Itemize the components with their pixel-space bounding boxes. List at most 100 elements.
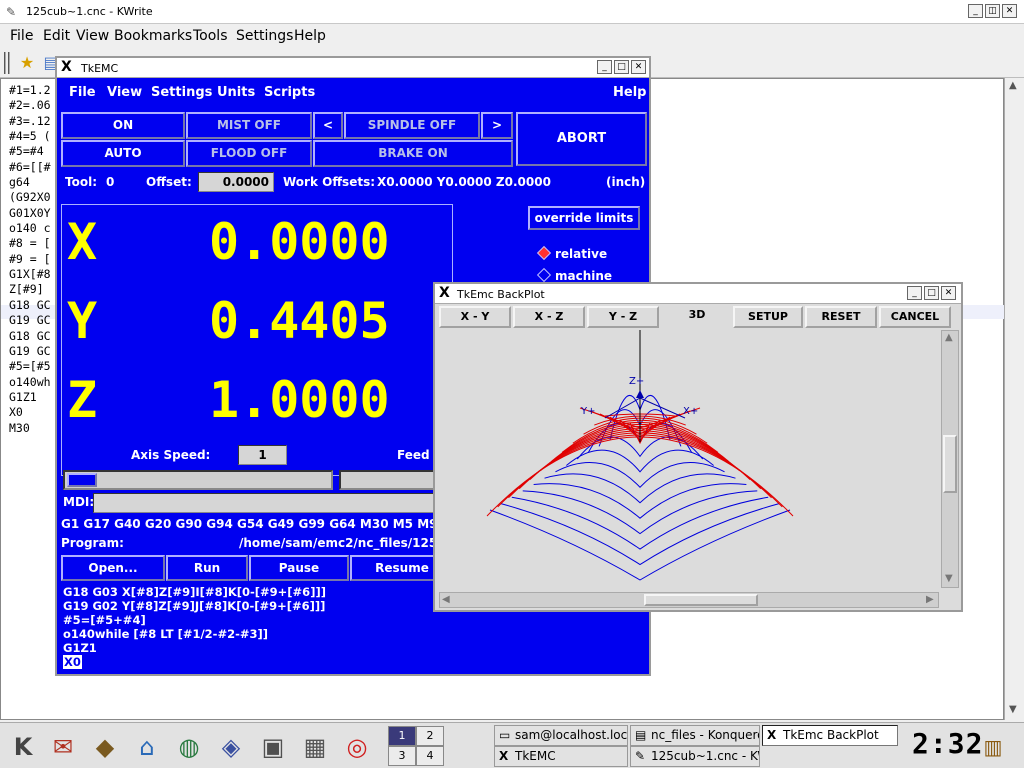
calculator-icon[interactable]: ▦ <box>298 730 332 764</box>
toolbar-handle[interactable] <box>4 52 10 74</box>
tk-menu-view[interactable]: View <box>107 85 142 100</box>
close-icon[interactable]: ✕ <box>1002 4 1017 18</box>
menu-edit[interactable]: Edit <box>43 28 70 44</box>
menu-view[interactable]: View <box>76 28 109 44</box>
setup-button[interactable]: SETUP <box>733 306 803 328</box>
menu-file[interactable]: File <box>10 28 33 44</box>
reset-button[interactable]: RESET <box>805 306 877 328</box>
backplot-horizontal-scrollbar[interactable]: ◀ ▶ <box>439 592 939 608</box>
scroll-down-icon[interactable]: ▼ <box>1009 704 1017 715</box>
machine-radio[interactable]: machine <box>536 267 612 283</box>
scroll-up-icon[interactable]: ▲ <box>1009 80 1017 91</box>
menu-bookmarks[interactable]: Bookmarks <box>114 28 192 44</box>
minimize-icon[interactable]: _ <box>907 286 922 300</box>
tk-menu-scripts[interactable]: Scripts <box>264 85 315 100</box>
scroll-down-icon[interactable]: ▼ <box>945 573 953 584</box>
minimize-icon[interactable]: _ <box>968 4 983 18</box>
office-icon[interactable]: ◈ <box>214 730 248 764</box>
tkemc-titlebar[interactable]: X TkEMC _ □ ✕ <box>57 58 649 78</box>
desktop-3[interactable]: 3 <box>388 746 416 766</box>
kwrite-titlebar[interactable]: ✎ 125cub~1.cnc - KWrite _ ◫ ✕ <box>0 0 1024 24</box>
abort-button[interactable]: ABORT <box>516 112 647 166</box>
desktop-4[interactable]: 4 <box>416 746 444 766</box>
z-axis-arrow-icon <box>636 390 644 398</box>
backplot-titlebar[interactable]: X TkEmc BackPlot _ □ ✕ <box>435 284 961 304</box>
editor-line: #8 = [ <box>9 236 51 251</box>
tk-menu-units[interactable]: Units <box>217 85 255 100</box>
pause-button[interactable]: Pause <box>249 555 349 581</box>
task-label: TkEmc BackPlot <box>783 728 879 742</box>
machine-on-button[interactable]: ON <box>61 112 185 139</box>
editor-line: G1Z1 <box>9 389 37 404</box>
z-axis-label: Z+ <box>629 376 644 387</box>
editor-text[interactable]: #1=1.2 #2=.06 #3=.12 #4=5 (#5=#4 #6=[[# g64 (G… <box>9 83 51 436</box>
maximize-icon[interactable]: □ <box>614 60 629 74</box>
k-menu-icon[interactable]: K <box>6 730 40 764</box>
axis-speed-slider[interactable] <box>63 470 333 490</box>
toolpath-lower-ring <box>522 490 758 535</box>
maximize-icon[interactable]: □ <box>924 286 939 300</box>
window-list-icon[interactable]: ✉ <box>46 730 80 764</box>
relative-radio[interactable]: relative <box>536 245 607 261</box>
terminal-icon[interactable]: ▣ <box>256 730 290 764</box>
task-konqueror[interactable]: ▤ nc_files - Konqueror <box>630 725 760 746</box>
task-backplot[interactable]: X TkEmc BackPlot <box>762 725 898 746</box>
tk-menu-help[interactable]: Help <box>613 85 646 100</box>
desktop-icon[interactable]: ◆ <box>88 730 122 764</box>
task-tkemc[interactable]: X TkEMC <box>494 746 628 767</box>
scroll-left-icon[interactable]: ◀ <box>442 594 450 605</box>
cancel-button[interactable]: CANCEL <box>879 306 951 328</box>
dro-y-axis: Y <box>67 292 98 350</box>
help-lifebuoy-icon[interactable]: ◎ <box>340 730 374 764</box>
desktop-2[interactable]: 2 <box>416 726 444 746</box>
menu-help[interactable]: Help <box>294 28 326 44</box>
toolpath-plot: Z+ Y+ X+ <box>486 324 794 581</box>
editor-line: (G92X0 <box>9 190 51 205</box>
run-button[interactable]: Run <box>166 555 248 581</box>
task-terminal[interactable]: ▭ sam@localhost.loca <box>494 725 628 746</box>
view-yz-button[interactable]: Y - Z <box>587 306 659 328</box>
scrollbar-thumb[interactable] <box>644 594 758 606</box>
task-kwrite[interactable]: ✎ 125cub~1.cnc - KWrite <box>630 746 760 767</box>
editor-line: g64 <box>9 175 30 190</box>
backplot-canvas[interactable]: Z+ Y+ X+ <box>439 324 939 586</box>
scrollbar-thumb[interactable] <box>943 435 957 493</box>
flood-button[interactable]: FLOOD OFF <box>186 140 312 167</box>
override-limits-button[interactable]: override limits <box>528 206 640 230</box>
mode-auto-button[interactable]: AUTO <box>61 140 185 167</box>
close-icon[interactable]: ✕ <box>631 60 646 74</box>
globe-icon[interactable]: ◍ <box>172 730 206 764</box>
scroll-right-icon[interactable]: ▶ <box>926 594 934 605</box>
mist-button[interactable]: MIST OFF <box>186 112 312 139</box>
spindle-increase-button[interactable]: > <box>481 112 513 139</box>
task-label: nc_files - Konqueror <box>651 728 760 742</box>
gcode-current-line: X0 <box>63 655 82 669</box>
slider-thumb[interactable] <box>67 473 97 487</box>
backplot-vertical-scrollbar[interactable]: ▲ ▼ <box>941 330 959 588</box>
menu-settings[interactable]: Settings <box>236 28 293 44</box>
home-icon[interactable]: ⌂ <box>130 730 164 764</box>
new-document-icon[interactable]: ★ <box>16 52 38 74</box>
tk-menu-settings[interactable]: Settings <box>151 85 212 100</box>
kwrite-scrollbar[interactable]: ▲ ▼ <box>1004 78 1024 720</box>
view-xz-button[interactable]: X - Z <box>513 306 585 328</box>
program-path: /home/sam/emc2/nc_files/125cub <box>239 536 462 550</box>
spindle-decrease-button[interactable]: < <box>313 112 343 139</box>
scroll-up-icon[interactable]: ▲ <box>945 332 953 343</box>
brake-button[interactable]: BRAKE ON <box>313 140 513 167</box>
spindle-button[interactable]: SPINDLE OFF <box>344 112 480 139</box>
open-program-button[interactable]: Open... <box>61 555 165 581</box>
offset-label: Offset: <box>146 175 192 189</box>
toolpath-lower-ring <box>489 509 791 581</box>
editor-line: X0 <box>9 405 23 420</box>
minimize-icon[interactable]: _ <box>597 60 612 74</box>
tk-menu-file[interactable]: File <box>69 85 96 100</box>
view-xy-button[interactable]: X - Y <box>439 306 511 328</box>
close-icon[interactable]: ✕ <box>941 286 956 300</box>
view-3d-button[interactable]: 3D <box>661 306 733 328</box>
editor-line: o140wh <box>9 374 51 389</box>
menu-tools[interactable]: Tools <box>193 28 228 44</box>
maximize-icon[interactable]: ◫ <box>985 4 1000 18</box>
tool-label: Tool: <box>65 175 97 189</box>
desktop-1[interactable]: 1 <box>388 726 416 746</box>
